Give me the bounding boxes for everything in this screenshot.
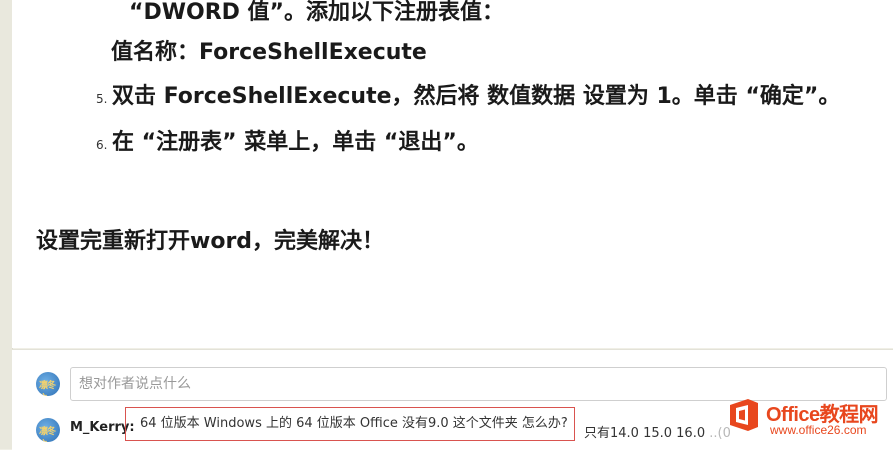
step-item-6: 6. 在 “注册表” 菜单上，单击 “退出”。 (96, 124, 479, 156)
office-logo-icon (730, 399, 758, 431)
step-number: 5. (96, 92, 108, 106)
step-item-5: 5. 双击 ForceShellExecute，然后将 数值数据 设置为 1。单… (96, 78, 840, 110)
comment-tail-text: 只有14.0 15.0 16.0 ..(0 (584, 422, 731, 441)
office-watermark: Office教程网 www.office26.com (726, 393, 888, 437)
highlighted-comment: 64 位版本 Windows 上的 64 位版本 Office 没有9.0 这个… (125, 407, 575, 441)
article-content: “DWORD 值”。添加以下注册表值： 值名称：ForceShellExecut… (12, 0, 893, 348)
comment-tail-main: 只有14.0 15.0 16.0 (584, 426, 706, 441)
watermark-url: www.office26.com (770, 423, 867, 437)
conclusion-text: 设置完重新打开word，完美解决！ (36, 229, 385, 254)
avatar-text: 凛冬之 (39, 427, 56, 442)
current-user-avatar[interactable]: 凛冬之 (36, 372, 60, 396)
registry-dword-line: “DWORD 值”。添加以下注册表值： (129, 0, 505, 25)
step-number: 6. (96, 138, 108, 152)
avatar-text: 凛冬之 (39, 381, 56, 396)
commenter-avatar[interactable]: 凛冬之 (36, 418, 60, 442)
step-text: 双击 ForceShellExecute，然后将 数值数据 设置为 1。单击 “… (112, 84, 841, 109)
value-name-line: 值名称：ForceShellExecute (111, 40, 427, 65)
step-text: 在 “注册表” 菜单上，单击 “退出”。 (112, 130, 479, 155)
